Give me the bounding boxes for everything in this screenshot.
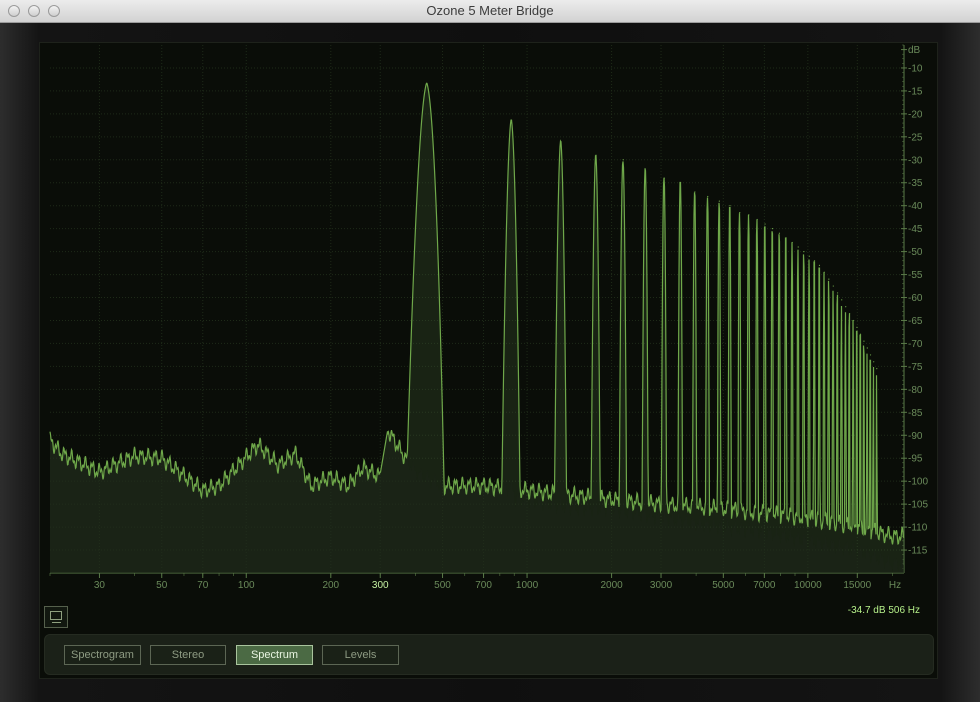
harmonic-peak [595,154,597,156]
harmonic-peak [644,168,647,170]
y-tick-label: -105 [908,500,928,511]
x-tick-label: 2000 [600,580,623,591]
harmonic-peak [797,246,799,248]
display-toggle-button[interactable] [44,606,68,628]
harmonic-peak [841,299,843,301]
noise-floor-band [50,430,904,573]
harmonic-peak [739,211,741,214]
tab-stereo[interactable]: Stereo [150,645,226,665]
x-tick-label: 70 [197,580,209,591]
harmonic-peak [818,264,821,266]
y-tick-label: -70 [908,339,923,350]
tab-levels[interactable]: Levels [322,645,399,665]
x-tick-label: 300 [372,580,389,591]
monitor-stand-icon [52,622,61,623]
x-tick-label: 30 [94,580,106,591]
harmonic-peak [852,319,854,322]
x-tick-label: 1000 [516,580,539,591]
y-tick-label: -45 [908,224,923,235]
y-tick-label: -90 [908,431,923,442]
harmonic-peak [873,361,875,363]
harmonic-peak [808,255,810,257]
y-tick-label: -110 [908,523,928,534]
spectrum-plot[interactable]: dB -10 -15 -20 -25 -30 -35 -40 -45 -50 -55 -60 -65 -7… [0,0,980,702]
monitor-icon [50,611,62,620]
harmonic-peak [836,292,839,294]
harmonic-peak [866,347,868,349]
harmonic-peak [560,140,562,143]
y-tick-label: dB [908,45,921,56]
harmonic-peak [785,237,787,239]
y-tick-label: -75 [908,362,923,373]
x-tick-label: 700 [475,580,492,591]
y-tick-label: -115 [908,546,928,557]
harmonic-peak [663,177,665,179]
harmonic-peak [832,285,834,287]
harmonic-peak [778,232,781,234]
harmonic-peak [694,191,696,193]
y-tick-label: -60 [908,293,923,304]
y-tick-label: -100 [908,477,928,488]
harmonic-peak [718,200,720,202]
x-tick-label: 500 [434,580,451,591]
harmonic-peak [729,205,731,207]
harmonic-peak [823,271,825,273]
app-window: Ozone 5 Meter Bridge dB -10 -15 -20 -25 -30 -3… [0,0,980,702]
harmonic-peak [748,214,750,216]
cursor-readout: -34.7 dB 506 Hz [847,605,920,616]
harmonic-peak [510,120,513,122]
harmonic-peak [791,241,793,244]
y-tick-label: -85 [908,408,923,419]
x-tick-label: Hz [889,580,901,591]
harmonic-peak [622,159,624,161]
harmonic-peak [845,306,847,308]
y-tick-label: -50 [908,247,923,258]
harmonic-peak [771,228,774,230]
y-tick-label: -40 [908,201,923,212]
harmonic-peak [859,333,862,335]
y-tick-label: -10 [908,63,923,74]
y-tick-label: -20 [908,109,923,120]
x-tick-label: 10000 [794,580,822,591]
y-tick-label: -55 [908,270,923,281]
tab-spectrogram[interactable]: Spectrogram [64,645,141,665]
y-tick-label: -30 [908,155,923,166]
x-tick-label: 3000 [650,580,673,591]
harmonic-peak [803,251,805,253]
harmonic-peak [426,83,428,85]
harmonic-peak [813,260,816,262]
x-tick-label: 200 [322,580,339,591]
y-tick-label: -25 [908,132,923,143]
tab-spectrum[interactable]: Spectrum [236,645,313,665]
y-tick-label: -65 [908,316,923,327]
harmonic-peak [863,340,865,342]
y-tick-label: -35 [908,178,923,189]
x-tick-label: 7000 [753,580,776,591]
x-tick-label: 15000 [843,580,871,591]
harmonic-peak [756,218,758,221]
harmonic-peak [828,278,830,280]
harmonic-peak [856,326,858,328]
x-tick-label: 100 [238,580,255,591]
x-tick-label: 5000 [712,580,735,591]
harmonic-peak [764,223,766,225]
harmonic-peak [848,312,851,315]
plot-series [49,82,905,574]
harmonic-peak [679,182,682,184]
y-tick-label: -15 [908,86,923,97]
harmonic-peak [869,354,872,356]
harmonic-peak [876,368,878,370]
y-tick-label: -80 [908,385,923,396]
x-tick-label: 50 [156,580,168,591]
y-tick-label: -95 [908,454,923,465]
harmonic-peak [707,195,709,198]
